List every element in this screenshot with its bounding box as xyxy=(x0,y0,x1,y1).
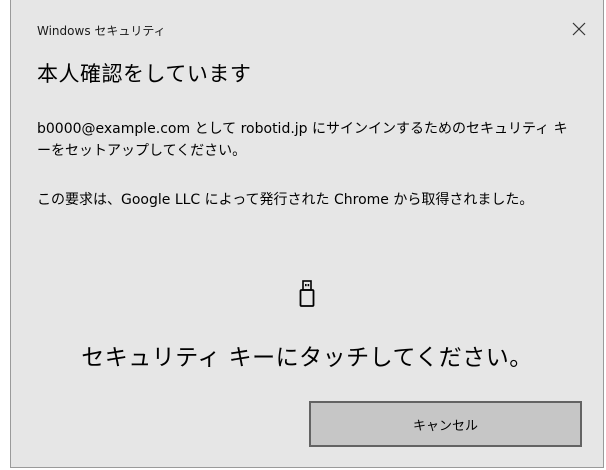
close-button[interactable] xyxy=(567,18,591,42)
dialog-heading: 本人確認をしています xyxy=(37,62,252,86)
setup-message: b0000@example.com として robotid.jp にサインインす… xyxy=(37,121,568,159)
usb-security-key-icon xyxy=(297,279,317,309)
cancel-button[interactable]: キャンセル xyxy=(309,401,582,447)
dialog-title: Windows セキュリティ xyxy=(37,24,166,38)
touch-key-instruction: セキュリティ キーにタッチしてください。 xyxy=(81,345,533,371)
close-icon xyxy=(572,21,586,40)
origin-message: この要求は、Google LLC によって発行された Chrome から取得され… xyxy=(37,192,534,208)
security-dialog: Windows セキュリティ 本人確認をしています b0000@example.… xyxy=(10,0,604,468)
